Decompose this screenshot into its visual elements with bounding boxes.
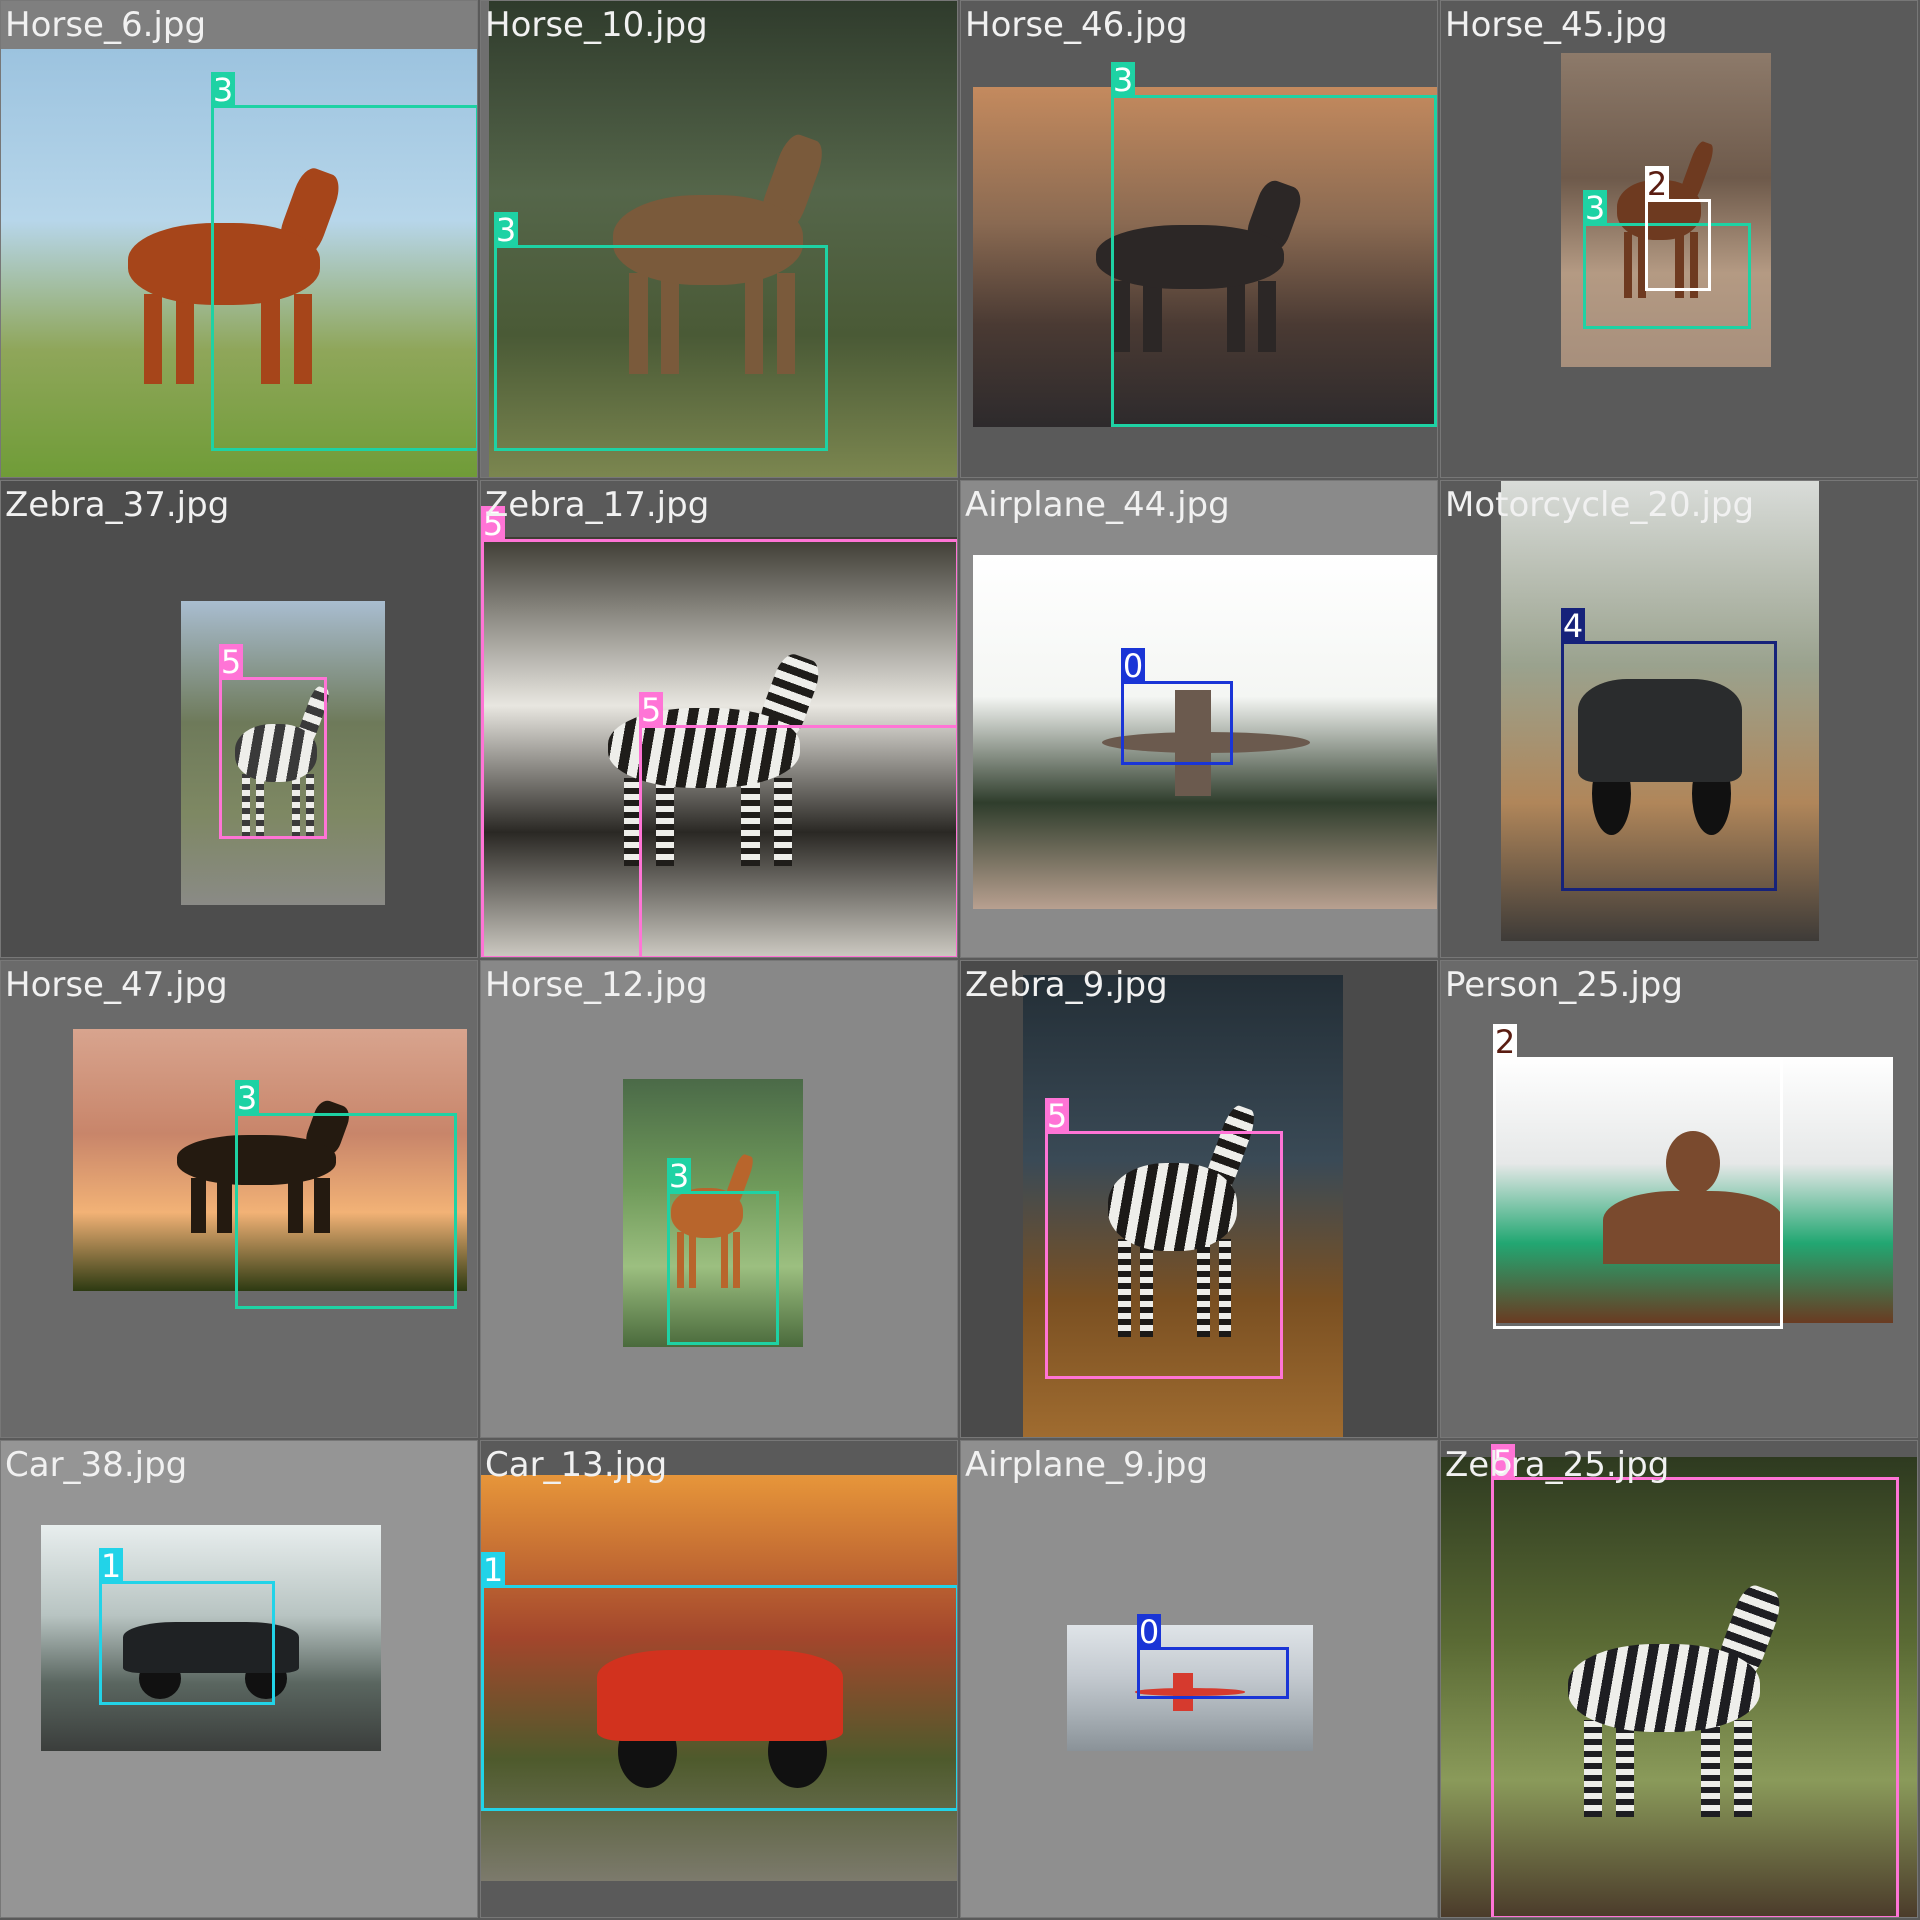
result-tile[interactable]: 3 Horse_46.jpg — [960, 0, 1438, 478]
bounding-box: 3 — [211, 72, 477, 451]
bounding-box: 5 — [1045, 1098, 1283, 1379]
class-label: 4 — [1561, 607, 1585, 645]
class-label: 5 — [219, 643, 243, 681]
bounding-box: 2 — [1645, 166, 1711, 291]
bounding-box: 5 — [639, 692, 957, 957]
result-tile[interactable]: 2 Person_25.jpg — [1440, 960, 1918, 1438]
filename-label: Car_13.jpg — [485, 1445, 668, 1485]
class-label: 2 — [1493, 1023, 1517, 1061]
result-tile[interactable]: 3 2 Horse_45.jpg — [1440, 0, 1918, 478]
class-label: 3 — [1111, 61, 1135, 99]
result-tile[interactable]: 5 Zebra_37.jpg — [0, 480, 478, 958]
class-label: 2 — [1645, 165, 1669, 203]
result-tile[interactable]: 3 Horse_47.jpg — [0, 960, 478, 1438]
class-label: 3 — [211, 71, 235, 109]
result-tile[interactable]: 3 Horse_6.jpg — [0, 0, 478, 478]
filename-label: Horse_47.jpg — [5, 965, 228, 1005]
detection-results-grid: 3 Horse_6.jpg 3 Horse_10.jpg 3 Horse_46.jpg 3 2… — [0, 0, 1920, 1920]
bounding-box: 0 — [1121, 648, 1233, 765]
class-label: 3 — [1583, 189, 1607, 227]
result-tile[interactable]: 0 Airplane_9.jpg — [960, 1440, 1438, 1918]
filename-label: Horse_46.jpg — [965, 5, 1188, 45]
class-label: 3 — [494, 211, 518, 249]
filename-label: Horse_45.jpg — [1445, 5, 1668, 45]
class-label: 3 — [667, 1157, 691, 1195]
result-tile[interactable]: 3 Horse_10.jpg — [480, 0, 958, 478]
filename-label: Airplane_9.jpg — [965, 1445, 1209, 1485]
filename-label: Zebra_25.jpg — [1445, 1445, 1670, 1485]
bounding-box: 1 — [99, 1548, 275, 1705]
filename-label: Horse_12.jpg — [485, 965, 708, 1005]
filename-label: Zebra_9.jpg — [965, 965, 1168, 1005]
result-tile[interactable]: 4 Motorcycle_20.jpg — [1440, 480, 1918, 958]
bounding-box: 2 — [1493, 1024, 1783, 1329]
filename-label: Zebra_37.jpg — [5, 485, 230, 525]
filename-label: Zebra_17.jpg — [485, 485, 710, 525]
result-tile[interactable]: 0 Airplane_44.jpg — [960, 480, 1438, 958]
filename-label: Airplane_44.jpg — [965, 485, 1230, 525]
class-label: 5 — [1045, 1097, 1069, 1135]
filename-label: Horse_10.jpg — [485, 5, 708, 45]
bounding-box: 3 — [235, 1080, 457, 1309]
result-tile[interactable]: 3 Horse_12.jpg — [480, 960, 958, 1438]
filename-label: Horse_6.jpg — [5, 5, 207, 45]
class-label: 0 — [1121, 647, 1145, 685]
class-label: 0 — [1137, 1613, 1161, 1651]
result-tile[interactable]: 1 Car_13.jpg — [480, 1440, 958, 1918]
filename-label: Car_38.jpg — [5, 1445, 188, 1485]
class-label: 3 — [235, 1079, 259, 1117]
bounding-box: 5 — [1491, 1444, 1899, 1917]
class-label: 5 — [639, 691, 663, 729]
bounding-box: 1 — [481, 1552, 957, 1811]
bounding-box: 5 — [219, 644, 327, 839]
filename-label: Person_25.jpg — [1445, 965, 1683, 1005]
bounding-box: 3 — [1111, 62, 1437, 427]
bounding-box: 0 — [1137, 1614, 1289, 1699]
result-tile[interactable]: 5 5 Zebra_17.jpg — [480, 480, 958, 958]
bounding-box: 3 — [494, 212, 828, 451]
filename-label: Motorcycle_20.jpg — [1445, 485, 1755, 525]
bounding-box: 4 — [1561, 608, 1777, 891]
class-label: 1 — [99, 1547, 123, 1585]
result-tile[interactable]: 5 Zebra_9.jpg — [960, 960, 1438, 1438]
result-tile[interactable]: 5 Zebra_25.jpg — [1440, 1440, 1918, 1918]
class-label: 1 — [481, 1551, 505, 1589]
bounding-box: 3 — [667, 1158, 779, 1345]
result-tile[interactable]: 1 Car_38.jpg — [0, 1440, 478, 1918]
